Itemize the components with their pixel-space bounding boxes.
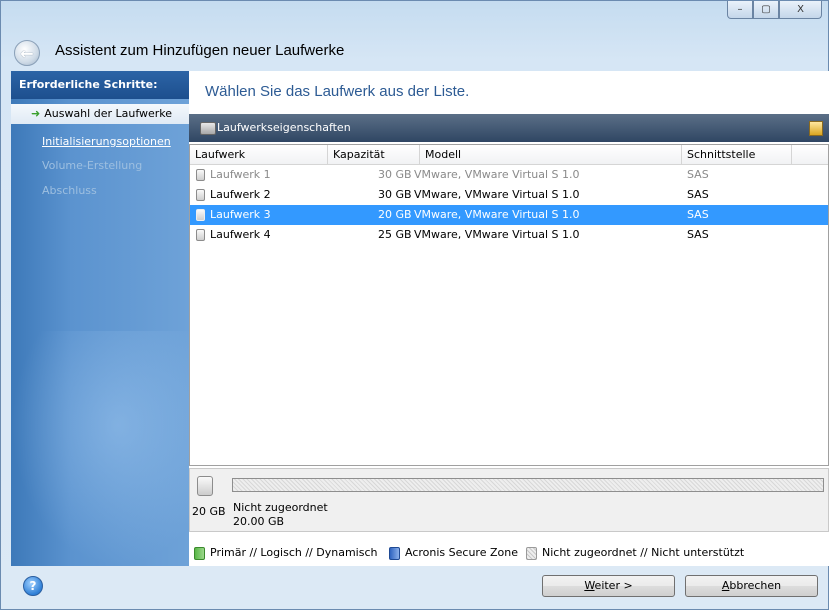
next-button[interactable]: Weiter >: [542, 575, 675, 597]
secure-zone-swatch-icon: [389, 546, 400, 560]
disk-interface: SAS: [687, 208, 709, 221]
legend-unallocated-label: Nicht zugeordnet // Nicht unterstützt: [542, 546, 745, 559]
sidebar-decoration: [11, 331, 189, 566]
disk-interface: SAS: [687, 168, 709, 181]
disk-row-3[interactable]: Laufwerk 3 20 GB VMware, VMware Virtual …: [190, 205, 828, 225]
column-header-disk[interactable]: Laufwerk: [190, 145, 328, 164]
disk-interface: SAS: [687, 188, 709, 201]
steps-heading: Erforderliche Schritte:: [11, 71, 189, 99]
hard-disk-icon: [196, 209, 205, 221]
disk-model: VMware, VMware Virtual S 1.0: [414, 188, 580, 201]
hard-disk-icon: [196, 169, 205, 181]
partition-legend: Primär // Logisch // Dynamisch Acronis S…: [189, 544, 829, 562]
disk-capacity: 30 GB: [378, 168, 412, 181]
disk-capacity: 20 GB: [378, 208, 412, 221]
cancel-label: bbrechen: [729, 579, 782, 592]
help-icon[interactable]: ?: [23, 576, 43, 596]
unallocated-swatch-icon: [526, 546, 537, 560]
close-button[interactable]: X: [779, 1, 822, 19]
legend-primary: Primär // Logisch // Dynamisch: [194, 544, 377, 562]
column-header-capacity[interactable]: Kapazität: [328, 145, 420, 164]
disk-size-label: 20 GB: [192, 505, 226, 518]
disk-row-4[interactable]: Laufwerk 4 25 GB VMware, VMware Virtual …: [190, 225, 828, 245]
disk-row-2[interactable]: Laufwerk 2 30 GB VMware, VMware Virtual …: [190, 185, 828, 205]
disk-properties-icon: [200, 122, 216, 135]
hard-disk-icon: [197, 476, 213, 496]
next-label: eiter >: [594, 579, 633, 592]
title-bar: – ▢ X ← Assistent zum Hinzufügen neuer L…: [1, 1, 828, 66]
maximize-button[interactable]: ▢: [753, 1, 779, 19]
steps-sidebar: Erforderliche Schritte: ➜ Auswahl der Lau…: [11, 71, 189, 566]
legend-secure-zone: Acronis Secure Zone: [389, 544, 518, 562]
unallocated-partition-bar[interactable]: [232, 478, 824, 492]
wizard-window: – ▢ X ← Assistent zum Hinzufügen neuer L…: [0, 0, 829, 610]
disk-model: VMware, VMware Virtual S 1.0: [414, 168, 580, 181]
minimize-button[interactable]: –: [727, 1, 753, 19]
hard-disk-icon: [196, 189, 205, 201]
legend-unallocated: Nicht zugeordnet // Nicht unterstützt: [526, 544, 744, 562]
disk-name: Laufwerk 4: [210, 228, 271, 241]
primary-swatch-icon: [194, 546, 205, 560]
disk-name: Laufwerk 3: [210, 208, 271, 221]
disk-name: Laufwerk 2: [210, 188, 271, 201]
next-accelerator: W: [584, 579, 595, 592]
back-arrow-icon: ←: [20, 43, 34, 63]
partition-name: Nicht zugeordnet: [233, 501, 328, 514]
column-header-interface[interactable]: Schnittstelle: [682, 145, 792, 164]
disk-name: Laufwerk 1: [210, 168, 271, 181]
cancel-button[interactable]: Abbrechen: [685, 575, 818, 597]
legend-primary-label: Primär // Logisch // Dynamisch: [210, 546, 378, 559]
step-disk-selection: ➜ Auswahl der Laufwerke: [11, 104, 189, 124]
window-title: Assistent zum Hinzufügen neuer Laufwerke: [55, 42, 345, 59]
disk-toolbar: Laufwerkseigenschaften: [189, 114, 829, 142]
step-volume-creation: Volume-Erstellung: [42, 159, 143, 172]
current-step-arrow-icon: ➜: [31, 107, 41, 120]
wizard-client-area: Erforderliche Schritte: ➜ Auswahl der Lau…: [11, 71, 829, 566]
step-label: Auswahl der Laufwerke: [44, 107, 173, 120]
column-header-model[interactable]: Modell: [420, 145, 682, 164]
disk-properties-button[interactable]: Laufwerkseigenschaften: [217, 114, 351, 142]
page-title: Wählen Sie das Laufwerk aus der Liste.: [205, 83, 470, 100]
wizard-footer: ? Weiter > Abbrechen: [1, 566, 828, 609]
options-icon[interactable]: [809, 121, 823, 136]
disk-row-1[interactable]: Laufwerk 1 30 GB VMware, VMware Virtual …: [190, 165, 828, 185]
disk-capacity: 25 GB: [378, 228, 412, 241]
disk-capacity: 30 GB: [378, 188, 412, 201]
partition-size: 20.00 GB: [233, 515, 285, 528]
disk-list: Laufwerk Kapazität Modell Schnittstelle …: [189, 144, 829, 466]
disk-interface: SAS: [687, 228, 709, 241]
window-controls: – ▢ X: [727, 1, 822, 19]
step-finish: Abschluss: [42, 184, 97, 197]
legend-secure-zone-label: Acronis Secure Zone: [405, 546, 518, 559]
back-button[interactable]: ←: [14, 40, 40, 66]
disk-model: VMware, VMware Virtual S 1.0: [414, 228, 580, 241]
disk-layout-map: 20 GB Nicht zugeordnet 20.00 GB: [189, 468, 829, 532]
hard-disk-icon: [196, 229, 205, 241]
step-initialization-options[interactable]: Initialisierungsoptionen: [11, 132, 189, 152]
disk-list-header: Laufwerk Kapazität Modell Schnittstelle: [190, 145, 828, 165]
disk-model: VMware, VMware Virtual S 1.0: [414, 208, 580, 221]
